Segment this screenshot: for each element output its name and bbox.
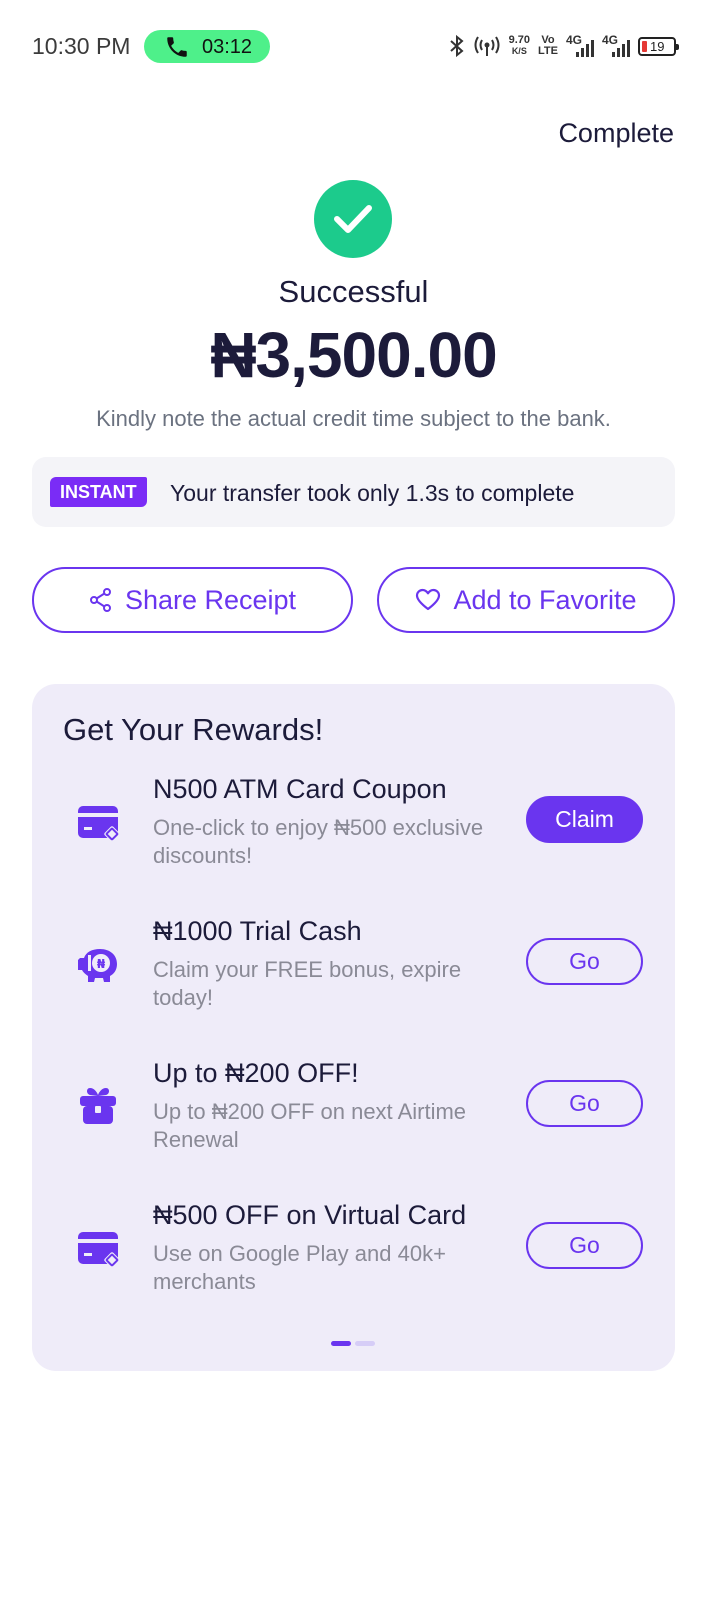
instant-transfer-text: Your transfer took only 1.3s to complete	[170, 480, 575, 506]
reward-title: Up to ₦200 OFF!	[153, 1058, 359, 1088]
volte-indicator: Vo LTE	[538, 34, 558, 57]
rewards-card: Get Your Rewards! N500 ATM Card Coupon O…	[32, 684, 675, 1371]
go-button[interactable]: Go	[526, 938, 643, 985]
credit-time-note: Kindly note the actual credit time subje…	[96, 406, 611, 431]
ongoing-call-pill[interactable]: 03:12	[144, 30, 270, 63]
reward-description: Use on Google Play and 40k+ merchants	[153, 1241, 446, 1294]
hotspot-icon	[474, 36, 500, 56]
instant-transfer-banner: INSTANT Your transfer took only 1.3s to …	[32, 457, 675, 527]
rewards-title: Get Your Rewards!	[63, 712, 324, 747]
reward-item-atm-card-coupon: N500 ATM Card Coupon One-click to enjoy …	[32, 774, 675, 884]
page-indicator	[331, 1341, 375, 1346]
status-icons: 9.70 K/S Vo LTE 4G 4G 19	[449, 30, 679, 62]
virtual-card-icon	[78, 1232, 120, 1268]
reward-title: ₦1000 Trial Cash	[153, 916, 362, 946]
heart-icon	[416, 588, 441, 611]
transaction-status: Successful	[278, 274, 429, 309]
add-to-favorite-label: Add to Favorite	[453, 584, 637, 615]
transaction-amount: ₦3,500.00	[210, 319, 497, 391]
reward-item-trial-cash: ₦ ₦1000 Trial Cash Claim your FREE bonus…	[32, 916, 675, 1026]
gift-icon	[80, 1088, 116, 1124]
bluetooth-icon	[449, 34, 464, 58]
page-indicator-dot	[355, 1341, 375, 1346]
reward-description: Up to ₦200 OFF on next Airtime Renewal	[153, 1099, 467, 1152]
instant-badge: INSTANT	[50, 477, 147, 507]
claim-button[interactable]: Claim	[526, 796, 643, 843]
complete-button[interactable]: Complete	[558, 118, 674, 149]
reward-title: N500 ATM Card Coupon	[153, 774, 447, 804]
reward-title: ₦500 OFF on Virtual Card	[153, 1200, 467, 1230]
go-button[interactable]: Go	[526, 1222, 643, 1269]
card-coupon-icon	[78, 806, 120, 842]
success-check-icon	[314, 180, 392, 258]
network-speed: 9.70 K/S	[508, 34, 531, 57]
page-indicator-dot-active	[331, 1341, 351, 1346]
call-duration: 03:12	[202, 36, 253, 58]
sim1-signal-icon: 4G	[566, 33, 594, 59]
add-to-favorite-button[interactable]: Add to Favorite	[377, 567, 675, 633]
reward-item-airtime-discount: Up to ₦200 OFF! Up to ₦200 OFF on next A…	[32, 1058, 675, 1168]
battery-level: 19	[650, 38, 665, 54]
reward-item-virtual-card: ₦500 OFF on Virtual Card Use on Google P…	[32, 1200, 675, 1310]
reward-description: One-click to enjoy ₦500 exclusive discou…	[153, 815, 484, 868]
piggy-cash-icon: ₦	[78, 949, 117, 982]
share-receipt-label: Share Receipt	[124, 584, 297, 615]
status-bar: 10:30 PM 03:12 9.70 K/S Vo LTE 4G 4G 19	[0, 0, 720, 92]
go-button[interactable]: Go	[526, 1080, 643, 1127]
battery-icon: 19	[638, 36, 679, 56]
reward-description: Claim your FREE bonus, expire today!	[153, 957, 462, 1010]
share-receipt-button[interactable]: Share Receipt	[32, 567, 353, 633]
status-time: 10:30 PM	[32, 33, 131, 59]
phone-icon	[167, 37, 187, 57]
sim2-signal-icon: 4G	[602, 33, 630, 59]
share-icon	[89, 588, 111, 612]
svg-text:₦: ₦	[97, 957, 106, 971]
